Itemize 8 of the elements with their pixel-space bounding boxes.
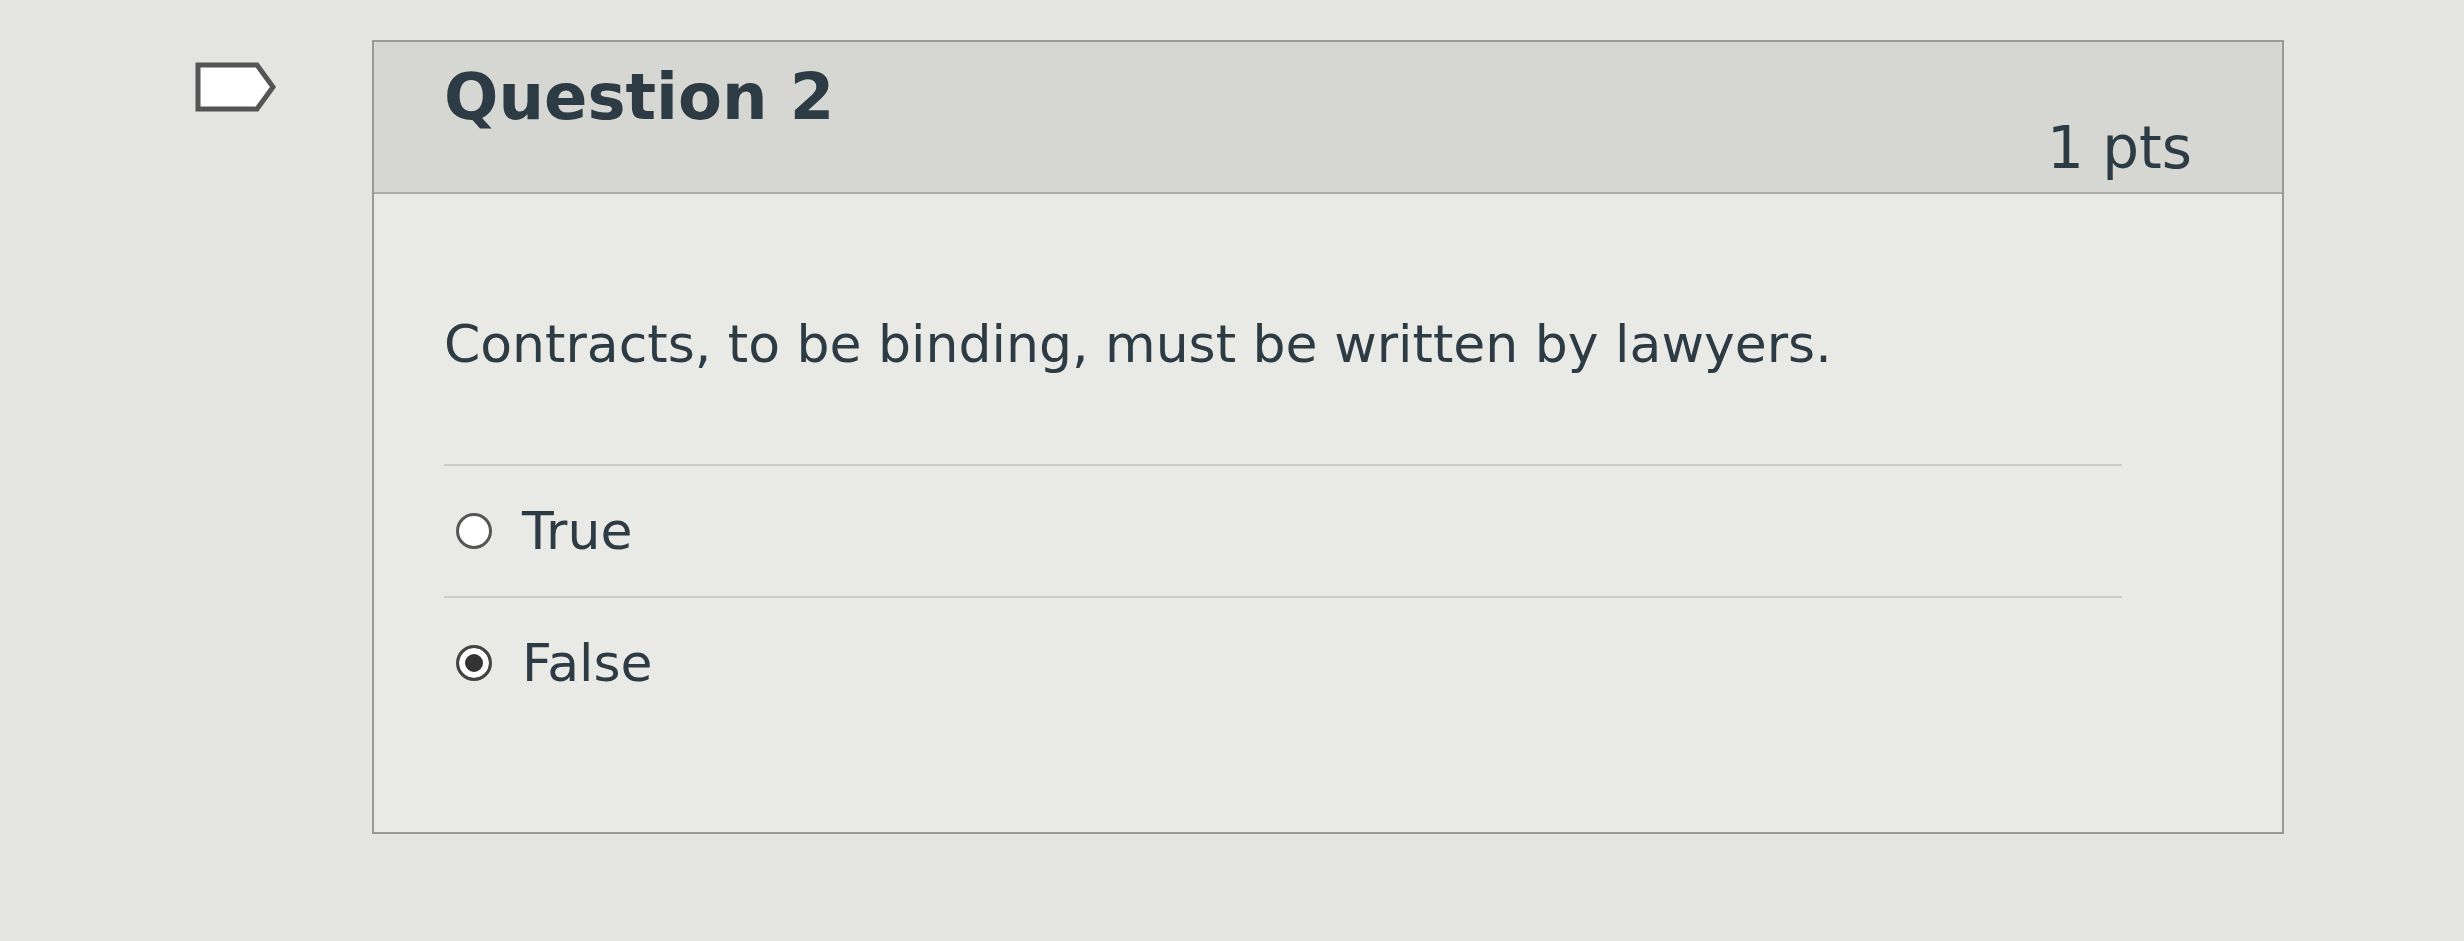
radio-button[interactable] — [456, 645, 492, 681]
answer-option[interactable]: True — [444, 466, 2122, 598]
question-title: Question 2 — [444, 60, 835, 136]
answer-option[interactable]: False — [444, 598, 2122, 728]
bookmark-icon[interactable] — [195, 62, 277, 112]
radio-button[interactable] — [456, 513, 492, 549]
question-text: Contracts, to be binding, must be written by lawyers. — [444, 314, 1833, 374]
points-label: 1 pts — [2046, 114, 2192, 184]
